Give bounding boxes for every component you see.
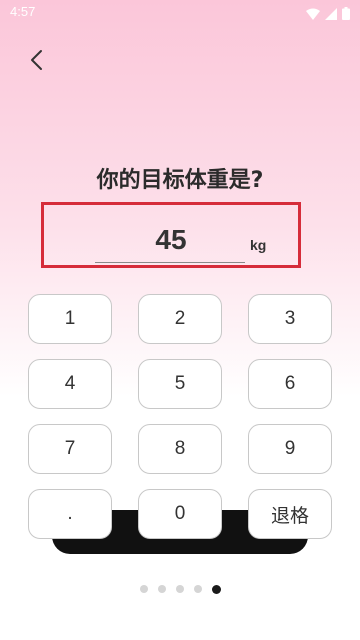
key-4[interactable]: 4 (28, 359, 112, 409)
page-indicator (0, 584, 360, 594)
status-icons (306, 5, 350, 24)
key-8[interactable]: 8 (138, 424, 222, 474)
key-0[interactable]: 0 (138, 489, 222, 539)
chevron-left-icon (29, 49, 43, 75)
key-6[interactable]: 6 (248, 359, 332, 409)
signal-icon (325, 5, 337, 24)
key-7[interactable]: 7 (28, 424, 112, 474)
back-button[interactable] (22, 48, 50, 76)
page-dot-active (211, 584, 221, 594)
key-2[interactable]: 2 (138, 294, 222, 344)
status-bar: 4:57 (0, 0, 360, 24)
page-dot (193, 585, 202, 593)
key-9[interactable]: 9 (248, 424, 332, 474)
wifi-icon (306, 5, 320, 24)
battery-icon (342, 5, 350, 24)
question-title: 你的目标体重是? (96, 168, 264, 193)
weight-value[interactable]: 45 (95, 224, 247, 256)
weight-unit: kg (250, 237, 267, 253)
key-3[interactable]: 3 (248, 294, 332, 344)
status-time: 4:57 (10, 4, 36, 19)
key-backspace[interactable]: 退格 (248, 489, 332, 539)
key-5[interactable]: 5 (138, 359, 222, 409)
key-1[interactable]: 1 (28, 294, 112, 344)
page-dot (139, 585, 148, 593)
page-dot (175, 585, 184, 593)
input-underline (95, 262, 245, 263)
key-decimal[interactable]: . (28, 489, 112, 539)
page-dot (157, 585, 166, 593)
